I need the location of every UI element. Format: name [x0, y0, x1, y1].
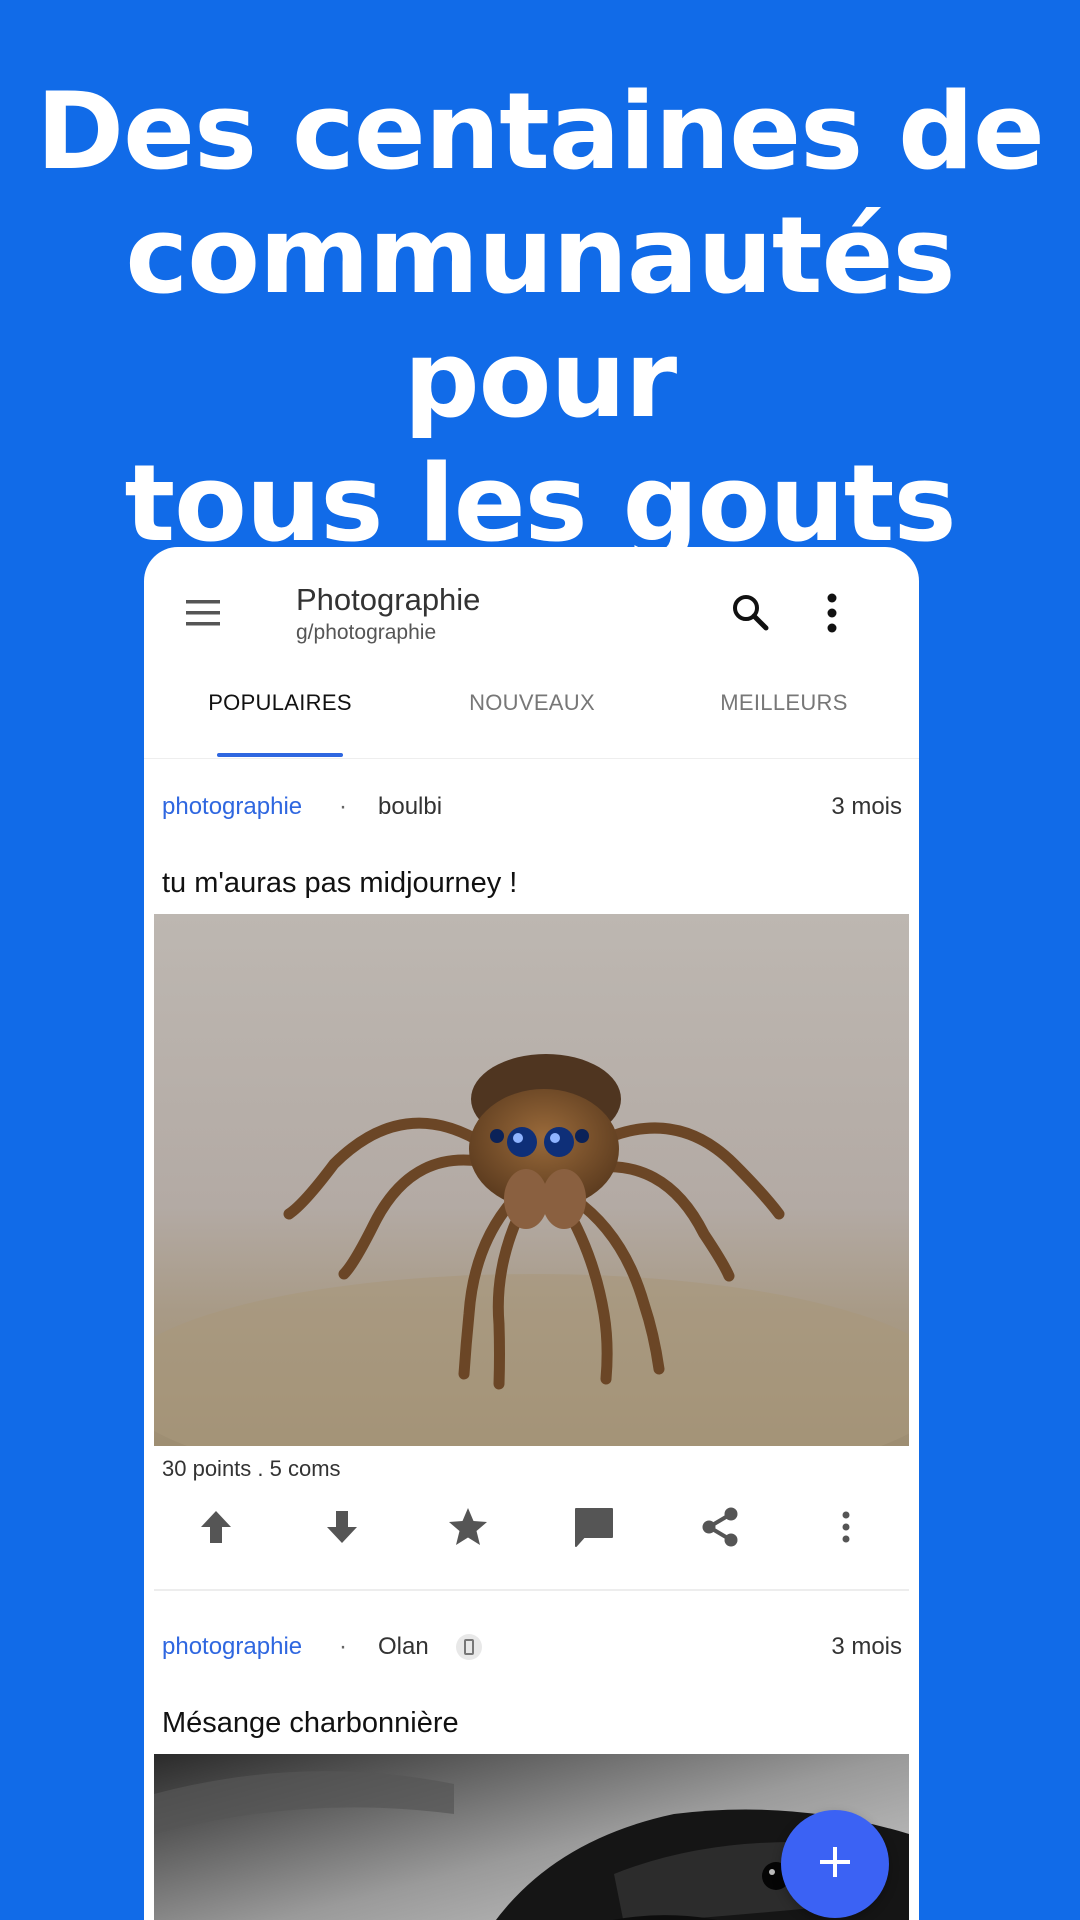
menu-icon[interactable] [182, 595, 224, 631]
upvote-icon[interactable] [186, 1497, 246, 1557]
sort-tabs: POPULAIRES NOUVEAUX MEILLEURS [144, 677, 919, 759]
tab-indicator [217, 753, 343, 757]
post-actions [144, 1497, 919, 1557]
post-title[interactable]: tu m'auras pas midjourney ! [162, 863, 517, 903]
meta-separator: · [339, 1633, 347, 1660]
post-header: photographie · boulbi 3 mois [162, 787, 902, 827]
more-vert-icon[interactable] [820, 590, 844, 636]
headline-line-1: Des centaines de [36, 70, 1045, 193]
tab-populaires[interactable]: POPULAIRES [170, 677, 390, 759]
tab-meilleurs[interactable]: MEILLEURS [674, 677, 894, 759]
post-age: 3 mois [831, 793, 902, 820]
headline: Des centaines de communautés pour tous l… [0, 70, 1080, 566]
post-community-link[interactable]: photographie [162, 1627, 302, 1667]
plus-icon [817, 1844, 853, 1885]
post-author[interactable]: Olan [378, 1627, 429, 1667]
mobile-device-icon [456, 1634, 482, 1660]
post-age: 3 mois [831, 1633, 902, 1660]
meta-separator: · [339, 793, 347, 820]
post-header: photographie · Olan 3 mois [162, 1627, 902, 1667]
community-title: Photographie [296, 582, 481, 617]
comment-icon[interactable] [564, 1497, 624, 1557]
community-handle: g/photographie [296, 621, 437, 644]
tab-nouveaux[interactable]: NOUVEAUX [422, 677, 642, 759]
post-author[interactable]: boulbi [378, 787, 442, 827]
star-icon[interactable] [438, 1497, 498, 1557]
headline-line-2: communautés pour [125, 194, 955, 441]
post-image-spider[interactable] [154, 914, 909, 1446]
post-community-link[interactable]: photographie [162, 787, 302, 827]
app-screen: Photographie g/photographie POPULAIRES N… [144, 547, 919, 1920]
post-stats: 30 points . 5 coms [162, 1456, 341, 1481]
post-title[interactable]: Mésange charbonnière [162, 1703, 459, 1743]
add-post-button[interactable] [781, 1810, 889, 1918]
app-bar: Photographie g/photographie [144, 547, 919, 677]
search-icon[interactable] [728, 590, 774, 636]
share-icon[interactable] [690, 1497, 750, 1557]
community-header: Photographie g/photographie [296, 580, 480, 646]
post-divider [154, 1589, 909, 1591]
downvote-icon[interactable] [312, 1497, 372, 1557]
more-vert-icon[interactable] [816, 1497, 876, 1557]
